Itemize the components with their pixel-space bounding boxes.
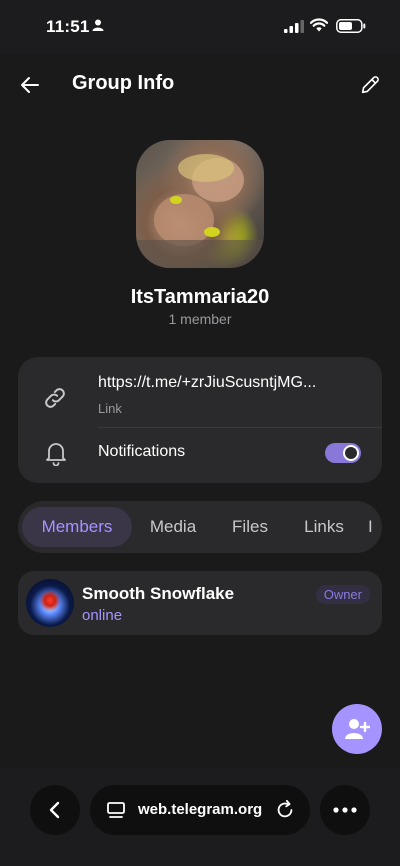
group-name: ItsTammaria20 — [130, 286, 270, 308]
reload-icon[interactable] — [274, 799, 296, 821]
group-avatar[interactable] — [136, 140, 264, 268]
ellipsis-icon — [333, 807, 357, 813]
media-tabs: Members Media Files Links I — [18, 501, 382, 553]
member-name: Smooth Snowflake — [82, 584, 235, 603]
back-button[interactable] — [14, 69, 46, 101]
toggle-knob — [343, 445, 359, 461]
tab-overflow[interactable]: I — [368, 507, 382, 547]
link-caption: Link — [98, 401, 122, 416]
bell-icon — [46, 443, 66, 466]
notifications-toggle[interactable] — [325, 443, 361, 463]
invite-link[interactable]: https://t.me/+zrJiuScusntjMG... — [98, 374, 368, 392]
wifi-icon — [310, 18, 328, 32]
address-bar[interactable]: web.telegram.org — [90, 785, 310, 835]
member-status: online — [82, 607, 123, 624]
member-count: 1 member — [168, 311, 232, 327]
status-bar: 11:51 — [0, 0, 400, 54]
page-title: Group Info — [72, 72, 175, 94]
back-arrow-icon — [21, 77, 39, 93]
member-row[interactable]: Smooth Snowflake online Owner — [18, 571, 382, 635]
signal-icon — [284, 20, 304, 33]
notifications-label: Notifications — [98, 443, 186, 460]
info-card: https://t.me/+zrJiuScusntjMG... Link Not… — [18, 357, 382, 483]
browser-back-button[interactable] — [30, 785, 80, 835]
add-member-button[interactable] — [332, 704, 382, 754]
telegram-app: Group Info ItsTammaria20 1 member https:… — [0, 54, 400, 768]
person-icon — [92, 19, 104, 31]
pencil-icon — [361, 76, 379, 94]
tabs-icon — [107, 802, 125, 818]
add-member-icon — [345, 719, 370, 739]
tab-members[interactable]: Members — [22, 507, 132, 547]
tab-links[interactable]: Links — [290, 507, 358, 547]
link-icon — [45, 388, 65, 408]
chevron-left-icon — [49, 801, 60, 819]
tab-files[interactable]: Files — [218, 507, 282, 547]
tab-media[interactable]: Media — [136, 507, 210, 547]
owner-badge: Owner — [315, 585, 370, 604]
more-button[interactable] — [320, 785, 370, 835]
group-photo — [136, 154, 264, 268]
avatar — [26, 579, 74, 627]
status-time: 11:51 — [46, 17, 90, 36]
url-text: web.telegram.org — [138, 801, 263, 818]
header: Group Info — [0, 54, 400, 116]
battery-icon — [336, 19, 366, 33]
edit-button[interactable] — [354, 69, 386, 101]
browser-toolbar: web.telegram.org — [0, 768, 400, 866]
divider — [98, 427, 382, 428]
